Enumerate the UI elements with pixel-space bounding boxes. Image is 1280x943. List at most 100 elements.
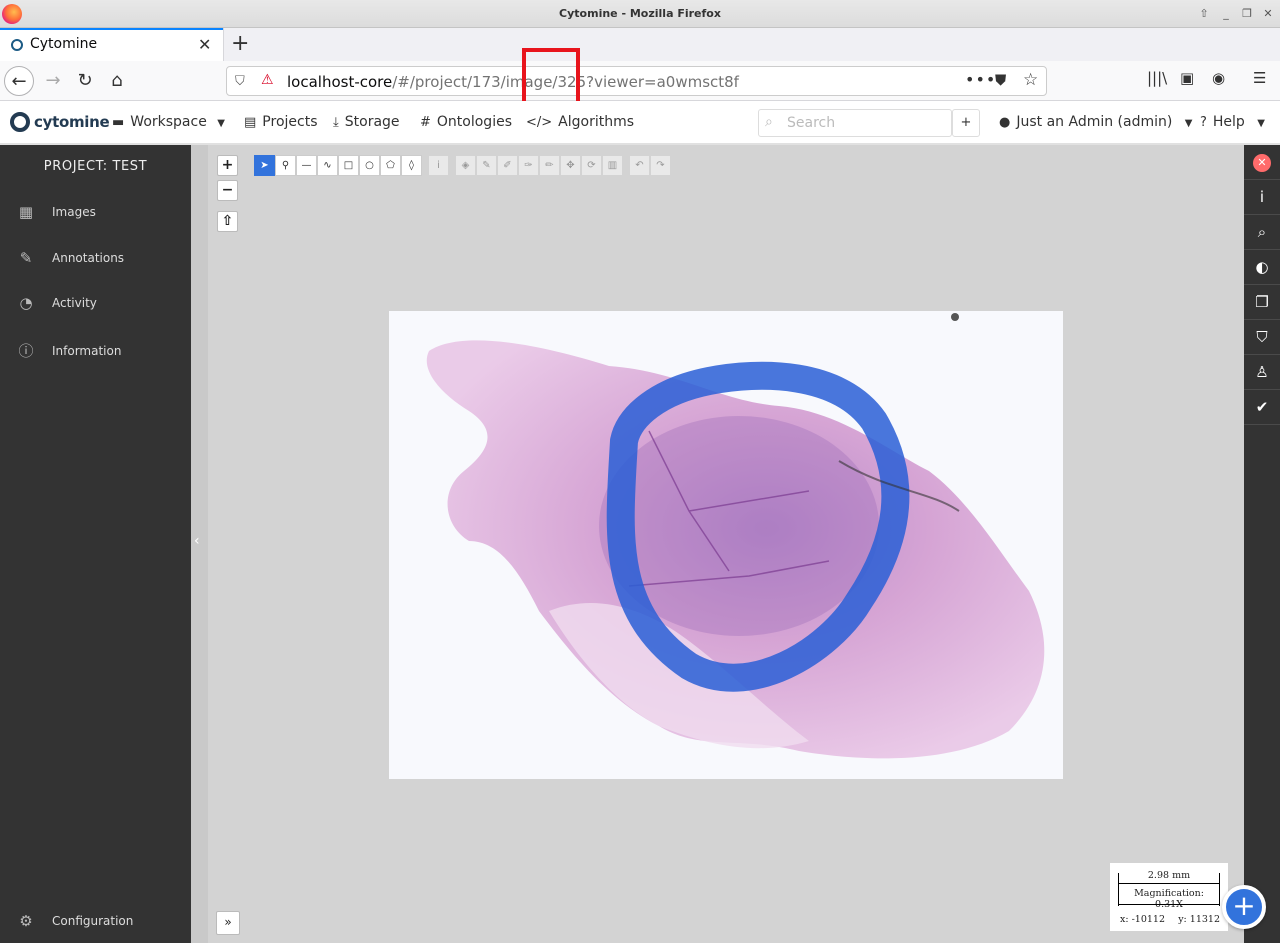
insecure-lock-icon[interactable]: ⚠ bbox=[261, 72, 274, 88]
zoom-in-button[interactable]: + bbox=[217, 155, 238, 176]
window-titlebar: Cytomine - Mozilla Firefox ⇧ _ ❐ ✕ bbox=[0, 0, 1280, 28]
forward-icon[interactable]: → bbox=[38, 66, 68, 96]
adjust-icon: ◐ bbox=[1255, 258, 1269, 276]
add-viewer-button[interactable]: + bbox=[1222, 885, 1266, 929]
info-tool-icon[interactable]: i bbox=[428, 155, 449, 176]
project-title: PROJECT: TEST bbox=[43, 159, 148, 174]
list-icon: ▤ bbox=[244, 115, 257, 130]
sidebar-item-label: Annotations bbox=[52, 251, 125, 265]
brand[interactable]: cytomine bbox=[10, 112, 110, 132]
chevron-down-icon: ▼ bbox=[217, 118, 225, 129]
select-tool-icon[interactable]: ➤ bbox=[254, 155, 275, 176]
freehand-polygon-tool-icon[interactable]: ◊ bbox=[401, 155, 422, 176]
correct-remove-tool-icon[interactable]: ✑ bbox=[518, 155, 539, 176]
new-tab-icon[interactable]: + bbox=[231, 31, 249, 56]
polygon-tool-icon[interactable]: ⬠ bbox=[380, 155, 401, 176]
sidebar-item-activity[interactable]: ◔ Activity bbox=[16, 294, 97, 312]
close-viewer-button[interactable]: ✕ bbox=[1244, 145, 1280, 180]
chevron-down-icon: ▼ bbox=[1257, 118, 1265, 129]
scale-line-bottom bbox=[1119, 904, 1219, 905]
sidebar-item-images[interactable]: ▦ Images bbox=[16, 203, 96, 221]
zoom-out-button[interactable]: − bbox=[217, 180, 238, 201]
slide-image[interactable] bbox=[389, 311, 1063, 779]
app-navbar: cytomine ▬ Workspace ▼ ▤ Projects ⤓ Storage… bbox=[0, 101, 1280, 145]
info-panel-button[interactable]: i bbox=[1244, 180, 1280, 215]
menu-icon[interactable]: ☰ bbox=[1253, 69, 1266, 87]
close-tab-icon[interactable]: ✕ bbox=[198, 35, 211, 54]
edit-tool-icon[interactable]: ✎ bbox=[476, 155, 497, 176]
ontology-panel-button[interactable]: ⛉ bbox=[1244, 320, 1280, 355]
move-tool-icon[interactable]: ✥ bbox=[560, 155, 581, 176]
zoom-panel-button[interactable]: ⌕ bbox=[1244, 215, 1280, 250]
nav-workspace[interactable]: ▬ Workspace ▼ bbox=[112, 114, 225, 130]
info-icon: i bbox=[1259, 188, 1265, 206]
undo-icon[interactable]: ↶ bbox=[629, 155, 650, 176]
close-window-icon[interactable]: ✕ bbox=[1260, 6, 1276, 22]
home-icon[interactable]: ⌂ bbox=[102, 66, 132, 96]
browser-navbar: ← → ↻ ⌂ ⛉ ⚠ localhost-core/#/project/173… bbox=[0, 61, 1280, 101]
pocket-icon[interactable]: ⛊ bbox=[995, 71, 1006, 89]
nav-ontologies[interactable]: # Ontologies bbox=[420, 114, 512, 130]
rectangle-tool-icon[interactable]: □ bbox=[338, 155, 359, 176]
cytomine-favicon-icon bbox=[11, 39, 23, 51]
browser-tab[interactable]: Cytomine ✕ bbox=[0, 28, 224, 61]
rotation-reset-button[interactable]: ⇧ bbox=[217, 211, 238, 232]
redo-icon[interactable]: ↷ bbox=[650, 155, 671, 176]
colors-panel-button[interactable]: ◐ bbox=[1244, 250, 1280, 285]
window-title: Cytomine - Mozilla Firefox bbox=[559, 7, 721, 20]
nav-user-menu[interactable]: ● Just an Admin (admin) ▼ bbox=[999, 114, 1193, 130]
url-host: localhost-core bbox=[287, 73, 393, 91]
image-viewer[interactable]: + − ⇧ ➤ ⚲ — ∿ □ ○ ⬠ ◊ i ◈ ✎ ✐ ✑ ✏ ✥ ⟳ ▥ … bbox=[208, 145, 1266, 943]
chevron-left-icon: ‹ bbox=[194, 533, 200, 549]
layers-panel-button[interactable]: ❐ bbox=[1244, 285, 1280, 320]
window-menu-icon[interactable]: ⇧ bbox=[1196, 6, 1212, 22]
tissue-sample-image bbox=[426, 313, 1045, 759]
search-add-button[interactable]: + bbox=[952, 109, 980, 137]
scale-line-box: 2.98 mm Magnification: 0.31X x: -10112 y… bbox=[1110, 863, 1228, 931]
folder-open-icon: ▬ bbox=[112, 115, 125, 130]
minimize-icon[interactable]: _ bbox=[1218, 6, 1234, 22]
page-actions-icon[interactable]: ••• bbox=[965, 70, 996, 89]
properties-panel-button[interactable]: ♙ bbox=[1244, 355, 1280, 390]
viewer-right-panel: ✕ i ⌕ ◐ ❐ ⛉ ♙ ✔ bbox=[1244, 145, 1280, 943]
nav-help[interactable]: ? Help ▼ bbox=[1200, 114, 1265, 130]
reload-icon[interactable]: ↻ bbox=[70, 66, 100, 96]
search-box[interactable]: ⌕ bbox=[758, 109, 952, 137]
url-text[interactable]: localhost-core/#/project/173/image/325?v… bbox=[287, 73, 739, 91]
rotate-tool-icon[interactable]: ⟳ bbox=[581, 155, 602, 176]
expand-panel-button[interactable]: » bbox=[216, 911, 240, 935]
delete-tool-icon[interactable]: ▥ bbox=[602, 155, 623, 176]
coord-y: y: 11312 bbox=[1178, 914, 1220, 925]
sidebar-item-annotations[interactable]: ✎ Annotations bbox=[16, 249, 124, 267]
sidebar-item-information[interactable]: ⓘ Information bbox=[16, 340, 121, 361]
account-icon[interactable]: ◉ bbox=[1212, 69, 1225, 87]
images-icon: ▦ bbox=[18, 203, 34, 221]
line-tool-icon[interactable]: — bbox=[296, 155, 317, 176]
info-circle-icon: ⓘ bbox=[18, 342, 34, 360]
nav-projects[interactable]: ▤ Projects bbox=[244, 114, 318, 130]
circle-tool-icon[interactable]: ○ bbox=[359, 155, 380, 176]
sidebar-collapse-handle[interactable]: ‹ bbox=[191, 145, 208, 943]
search-input[interactable] bbox=[787, 113, 947, 133]
sidebar-item-label: Activity bbox=[52, 296, 97, 310]
fill-tool-icon[interactable]: ◈ bbox=[455, 155, 476, 176]
correct-add-tool-icon[interactable]: ✐ bbox=[497, 155, 518, 176]
sidebar-toggle-icon[interactable]: ▣ bbox=[1180, 69, 1194, 87]
modify-tool-icon[interactable]: ✏ bbox=[539, 155, 560, 176]
brand-text: cytomine bbox=[34, 113, 110, 131]
sidebar-item-configuration[interactable]: ⚙ Configuration bbox=[16, 912, 133, 930]
url-bar[interactable]: ⛉ ⚠ localhost-core/#/project/173/image/3… bbox=[226, 66, 1047, 96]
nav-algorithms[interactable]: </> Algorithms bbox=[526, 114, 634, 130]
tracking-shield-icon[interactable]: ⛉ bbox=[235, 74, 245, 89]
review-panel-button[interactable]: ✔ bbox=[1244, 390, 1280, 425]
nav-algorithms-label: Algorithms bbox=[558, 114, 635, 130]
maximize-icon[interactable]: ❐ bbox=[1239, 6, 1255, 22]
nav-storage[interactable]: ⤓ Storage bbox=[333, 114, 400, 130]
back-icon[interactable]: ← bbox=[4, 66, 34, 96]
point-tool-icon[interactable]: ⚲ bbox=[275, 155, 296, 176]
nav-projects-label: Projects bbox=[262, 114, 318, 130]
bookmark-star-icon[interactable]: ☆ bbox=[1023, 70, 1038, 90]
library-icon[interactable]: |||\ bbox=[1147, 69, 1167, 87]
freehand-line-tool-icon[interactable]: ∿ bbox=[317, 155, 338, 176]
coord-x: x: -10112 bbox=[1120, 914, 1166, 925]
